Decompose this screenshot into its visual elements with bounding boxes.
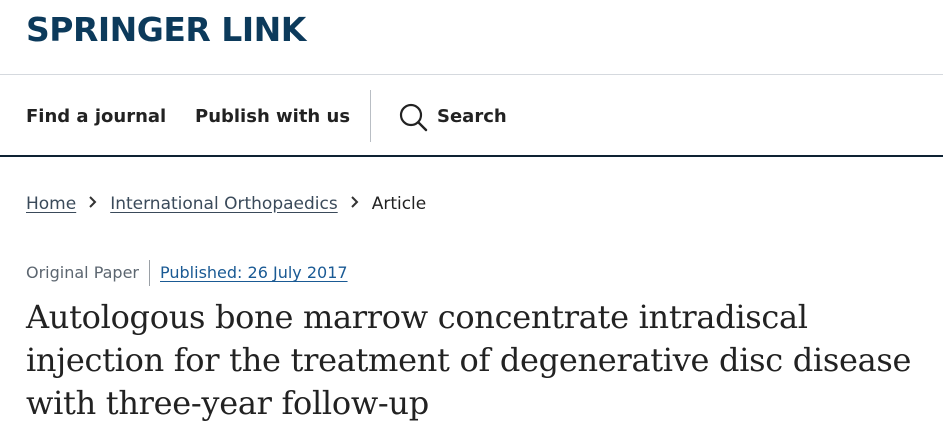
page: SPRINGER LINK Find a journal Publish wit… (0, 0, 943, 430)
article-title: Autologous bone marrow concentrate intra… (26, 296, 943, 425)
article-title-line: with three-year follow-up (26, 384, 429, 422)
nav-find-journal-link[interactable]: Find a journal (26, 104, 166, 130)
article-title-line: injection for the treatment of degenerat… (26, 341, 912, 379)
article-meta: Original Paper Published: 26 July 2017 (26, 260, 348, 286)
breadcrumb-journal-link[interactable]: International Orthopaedics (110, 192, 338, 216)
search-label: Search (437, 106, 507, 127)
springer-link-logo[interactable]: SPRINGER LINK (26, 10, 306, 50)
meta-divider (149, 260, 151, 286)
breadcrumb-current: Article (371, 194, 427, 214)
article-title-line: Autologous bone marrow concentrate intra… (26, 298, 808, 336)
breadcrumb: Home International Orthopaedics Article (26, 192, 426, 216)
main-nav: Find a journal Publish with us Search (0, 76, 943, 157)
chevron-right-icon (88, 192, 98, 216)
search-icon (398, 102, 428, 132)
published-date-link[interactable]: Published: 26 July 2017 (160, 261, 348, 285)
nav-divider (370, 90, 371, 142)
article-type-label: Original Paper (26, 263, 140, 282)
breadcrumb-home-link[interactable]: Home (26, 192, 76, 216)
nav-publish-with-us-link[interactable]: Publish with us (195, 104, 350, 130)
search-button[interactable]: Search (398, 102, 507, 132)
chevron-right-icon (350, 192, 360, 216)
brand-header: SPRINGER LINK (0, 0, 943, 75)
